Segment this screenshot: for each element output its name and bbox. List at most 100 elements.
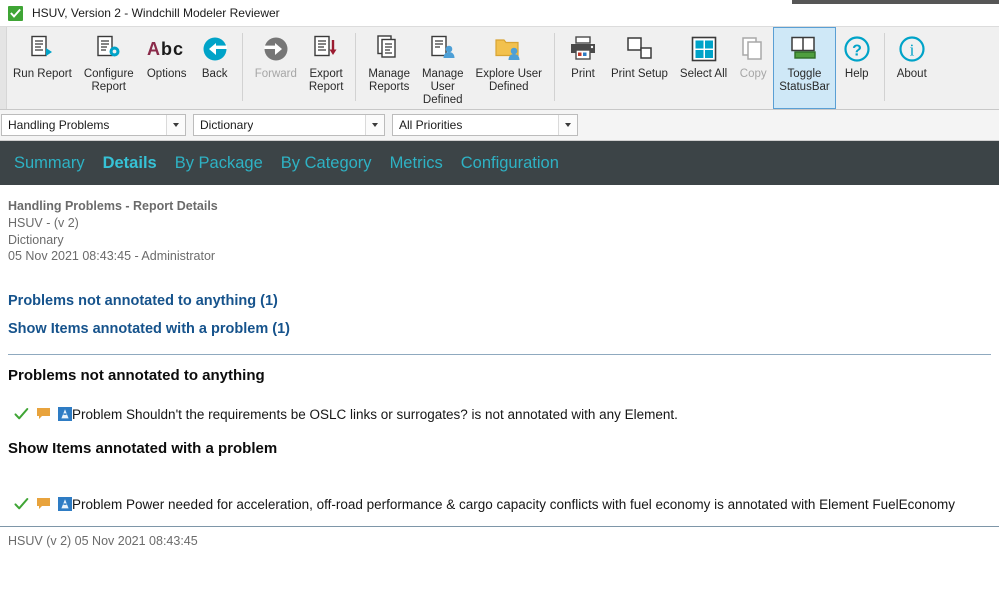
print-label: Print xyxy=(571,68,595,80)
section-heading-problems-not-annotated: Problems not annotated to anything xyxy=(8,366,265,384)
chevron-down-icon[interactable] xyxy=(365,115,384,135)
report-view-tabs: Summary Details By Package By Category M… xyxy=(0,141,999,185)
status-bar-text: HSUV (v 2) 05 Nov 2021 08:43:45 xyxy=(8,534,198,548)
about-info-icon: i xyxy=(897,33,927,65)
forward-arrow-icon xyxy=(261,33,291,65)
tab-by-category[interactable]: By Category xyxy=(281,154,372,173)
configure-report-icon xyxy=(94,33,124,65)
scope-select-value: Dictionary xyxy=(200,118,254,132)
tab-summary[interactable]: Summary xyxy=(14,154,85,173)
help-question-icon: ? xyxy=(842,33,872,65)
toolbar-separator xyxy=(355,33,357,101)
toggle-statusbar-button[interactable]: Toggle StatusBar xyxy=(773,27,836,109)
filter-bar: Handling Problems Dictionary All Priorit… xyxy=(0,110,999,141)
manage-user-defined-label: Manage User Defined xyxy=(421,68,464,106)
copy-icon xyxy=(739,33,767,65)
row-icons xyxy=(8,407,72,421)
select-all-label: Select All xyxy=(679,68,728,80)
row-text: Problem Shouldn't the requirements be OS… xyxy=(72,406,678,422)
green-check-icon xyxy=(14,497,29,511)
svg-text:i: i xyxy=(909,41,914,60)
print-setup-button[interactable]: Print Setup xyxy=(605,27,674,109)
print-button[interactable]: Print xyxy=(561,27,605,109)
manage-user-defined-icon xyxy=(428,33,458,65)
run-report-button[interactable]: Run Report xyxy=(7,27,78,109)
report-generated: 05 Nov 2021 08:43:45 - Administrator xyxy=(8,249,216,263)
report-title: Handling Problems - Report Details xyxy=(8,199,218,213)
svg-text:A: A xyxy=(147,39,160,59)
help-label: Help xyxy=(844,68,869,80)
window-edge-strip xyxy=(792,0,999,4)
toggle-statusbar-label: Toggle StatusBar xyxy=(779,68,830,93)
tab-configuration[interactable]: Configuration xyxy=(461,154,559,173)
print-setup-icon xyxy=(624,33,654,65)
about-label: About xyxy=(896,68,927,80)
window-titlebar: HSUV, Version 2 - Windchill Modeler Revi… xyxy=(0,0,999,26)
manage-user-defined-button[interactable]: Manage User Defined xyxy=(416,27,470,109)
report-content: Handling Problems - Report Details HSUV … xyxy=(0,185,999,512)
copy-label: Copy xyxy=(739,68,767,80)
toolbar-separator xyxy=(241,33,243,101)
report-model: HSUV - (v 2) xyxy=(8,216,79,230)
tab-metrics[interactable]: Metrics xyxy=(390,154,443,173)
options-button[interactable]: A b c Options xyxy=(140,27,194,109)
svg-text:?: ? xyxy=(852,43,862,60)
print-setup-label: Print Setup xyxy=(611,68,668,80)
svg-text:b: b xyxy=(161,39,172,59)
select-all-button[interactable]: Select All xyxy=(674,27,733,109)
chevron-down-icon[interactable] xyxy=(558,115,577,135)
export-report-icon xyxy=(311,33,341,65)
explore-user-defined-icon xyxy=(493,33,525,65)
report-row: Problem Shouldn't the requirements be OS… xyxy=(8,407,991,422)
help-button[interactable]: ? Help xyxy=(836,27,878,109)
run-report-label: Run Report xyxy=(13,68,72,80)
row-text: Problem Power needed for acceleration, o… xyxy=(72,496,955,512)
toggle-statusbar-icon xyxy=(789,33,819,65)
back-label: Back xyxy=(201,68,228,80)
orange-annotation-flag-icon xyxy=(36,407,51,421)
tab-details[interactable]: Details xyxy=(103,154,157,173)
chevron-down-icon[interactable] xyxy=(166,115,185,135)
toolbar-separator xyxy=(883,33,885,101)
export-report-label: Export Report xyxy=(308,68,344,93)
toc-link-items-annotated[interactable]: Show Items annotated with a problem (1) xyxy=(8,315,991,343)
section-divider xyxy=(8,353,991,355)
tab-by-package[interactable]: By Package xyxy=(175,154,263,173)
report-select-value: Handling Problems xyxy=(8,118,110,132)
forward-button[interactable]: Forward xyxy=(249,27,303,109)
priority-select-value: All Priorities xyxy=(399,118,463,132)
report-select[interactable]: Handling Problems xyxy=(1,114,186,136)
toolbar-separator xyxy=(554,33,555,101)
copy-button[interactable]: Copy xyxy=(733,27,773,109)
blue-element-icon xyxy=(58,497,72,511)
options-label: Options xyxy=(146,68,187,80)
manage-reports-label: Manage Reports xyxy=(368,68,410,93)
back-arrow-icon xyxy=(200,33,230,65)
about-button[interactable]: i About xyxy=(891,27,933,109)
report-scope: Dictionary xyxy=(8,232,64,247)
report-toc: Problems not annotated to anything (1) S… xyxy=(8,287,991,343)
priority-select[interactable]: All Priorities xyxy=(392,114,578,136)
export-report-button[interactable]: Export Report xyxy=(303,27,350,109)
select-all-icon xyxy=(690,33,718,65)
svg-text:c: c xyxy=(173,39,183,59)
run-report-icon xyxy=(27,33,57,65)
row-icons xyxy=(8,497,72,511)
green-check-icon xyxy=(8,5,23,21)
orange-annotation-flag-icon xyxy=(36,497,51,511)
scope-select[interactable]: Dictionary xyxy=(193,114,385,136)
back-button[interactable]: Back xyxy=(194,27,236,109)
toc-link-problems-not-annotated[interactable]: Problems not annotated to anything (1) xyxy=(8,287,991,315)
configure-report-label: Configure Report xyxy=(83,68,134,93)
manage-reports-icon xyxy=(374,33,404,65)
forward-label: Forward xyxy=(254,68,297,80)
section-heading-items-annotated: Show Items annotated with a problem xyxy=(8,439,278,457)
toolbar-left-edge xyxy=(0,27,7,109)
main-toolbar: Run Report Configure Report A b c Option… xyxy=(0,26,999,110)
green-check-icon xyxy=(14,407,29,421)
configure-report-button[interactable]: Configure Report xyxy=(78,27,140,109)
blue-element-icon xyxy=(58,407,72,421)
explore-user-defined-label: Explore User Defined xyxy=(475,68,542,93)
manage-reports-button[interactable]: Manage Reports xyxy=(362,27,416,109)
explore-user-defined-button[interactable]: Explore User Defined xyxy=(470,27,548,109)
